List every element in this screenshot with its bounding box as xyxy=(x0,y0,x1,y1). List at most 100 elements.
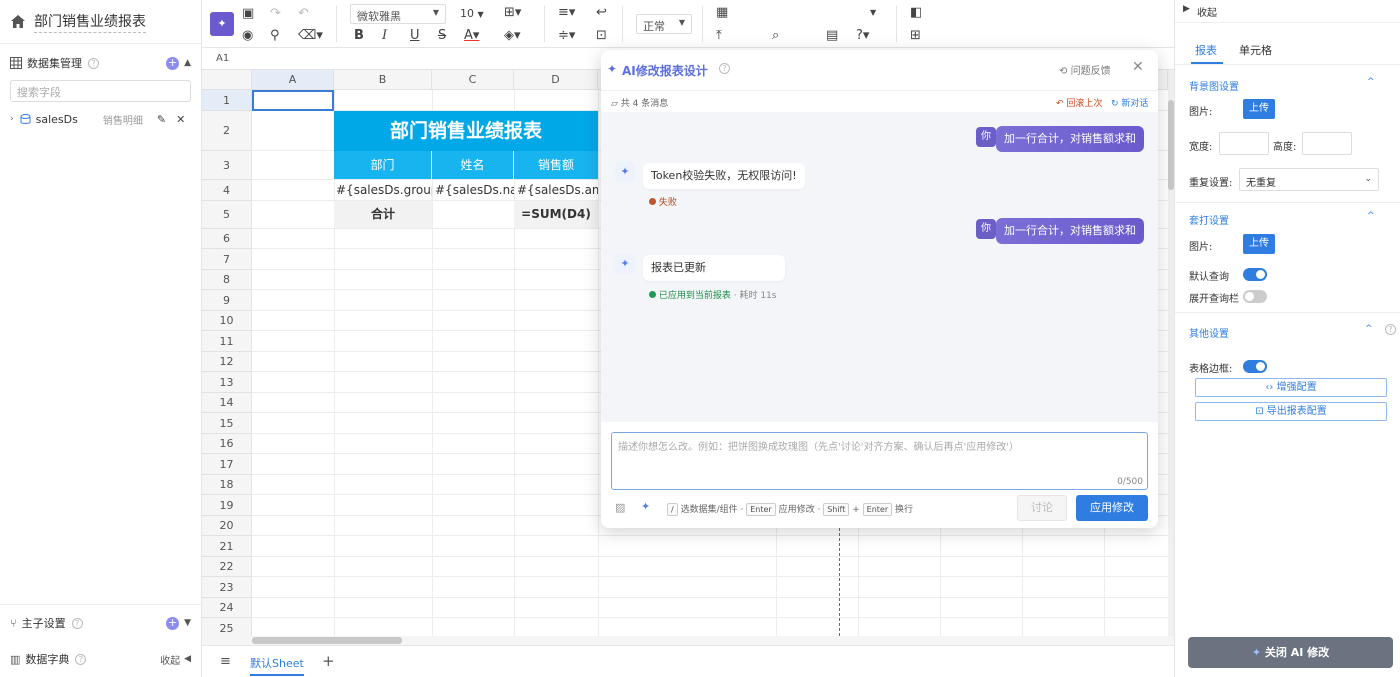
chevron-right-icon[interactable]: › xyxy=(10,114,14,124)
data-cell[interactable]: #{salesDs.group( xyxy=(336,180,432,200)
tab-cell[interactable]: 单元格 xyxy=(1239,42,1272,58)
column-header[interactable]: D xyxy=(514,70,598,90)
font-size-select[interactable]: 10 ▼ xyxy=(460,7,484,20)
chevron-down-icon[interactable]: ▼ xyxy=(184,618,191,628)
underline-icon[interactable]: U xyxy=(410,29,420,43)
redo-icon[interactable]: ↷ xyxy=(270,7,281,21)
header-cell[interactable]: 姓名 xyxy=(432,151,514,179)
align-left-icon[interactable]: ≡▾ xyxy=(558,6,575,20)
row-header[interactable]: 13 xyxy=(202,372,252,393)
data-cell[interactable]: #{salesDs.nam xyxy=(435,180,514,200)
row-header[interactable]: 1 xyxy=(202,90,252,111)
row-header[interactable]: 22 xyxy=(202,557,252,577)
row-header[interactable]: 18 xyxy=(202,475,252,495)
column-header[interactable]: C xyxy=(432,70,514,90)
border-icon[interactable]: ⊞▾ xyxy=(504,6,521,20)
repeat-select[interactable]: 无重复 ⌄ xyxy=(1239,168,1379,191)
width-input[interactable] xyxy=(1219,132,1269,155)
italic-icon[interactable]: I xyxy=(382,29,387,43)
chevron-up-icon[interactable]: ^ xyxy=(1365,324,1373,334)
report-title[interactable]: 部门销售业绩报表 xyxy=(34,11,146,33)
row-header[interactable]: 24 xyxy=(202,598,252,618)
preview-icon[interactable]: ◉ xyxy=(242,29,253,43)
strikethrough-icon[interactable]: S xyxy=(438,29,446,43)
grid-icon[interactable]: ⊞ xyxy=(910,29,921,43)
row-header[interactable]: 4 xyxy=(202,180,252,201)
default-query-toggle[interactable] xyxy=(1243,268,1267,281)
wrap-text-icon[interactable]: ↩ xyxy=(596,6,607,20)
format-painter-icon[interactable]: ⚲ xyxy=(270,29,280,43)
header-cell[interactable]: 部门 xyxy=(334,151,432,179)
help-circle-icon[interactable]: ?▾ xyxy=(856,29,869,43)
close-ai-button[interactable]: ✦ 关闭 AI 修改 xyxy=(1188,637,1393,668)
help-icon[interactable]: ? xyxy=(719,63,730,74)
row-header[interactable]: 16 xyxy=(202,434,252,454)
new-chat-button[interactable]: ↻ 新对话 xyxy=(1111,96,1148,109)
chevron-up-icon[interactable]: ▲ xyxy=(184,58,191,68)
chevron-left-icon[interactable]: ◀ xyxy=(184,654,191,664)
upload-button[interactable]: 上传 xyxy=(1243,99,1275,119)
vertical-align-icon[interactable]: ≑▾ xyxy=(558,29,575,43)
help-icon[interactable]: ? xyxy=(88,57,99,69)
total-formula-cell[interactable]: =SUM(D4) xyxy=(514,201,598,228)
corner-cell[interactable] xyxy=(202,70,252,90)
sheet-tab[interactable]: 默认Sheet xyxy=(250,655,304,676)
home-icon[interactable] xyxy=(10,14,26,30)
horizontal-scrollbar-thumb[interactable] xyxy=(252,637,402,644)
row-header[interactable]: 17 xyxy=(202,454,252,475)
export-config-button[interactable]: ⊡ 导出报表配置 xyxy=(1195,402,1387,421)
row-header[interactable]: 9 xyxy=(202,290,252,311)
column-header[interactable]: A xyxy=(252,70,334,90)
discuss-button[interactable]: 讨论 xyxy=(1017,495,1067,521)
merge-cells-icon[interactable]: ⊡ xyxy=(596,29,607,43)
data-cell[interactable]: #{salesDs.amo xyxy=(517,180,598,200)
close-dialog-icon[interactable]: ✕ xyxy=(1132,59,1144,75)
expand-query-toggle[interactable] xyxy=(1243,290,1267,303)
row-header[interactable]: 25 xyxy=(202,618,252,636)
image-icon[interactable]: ▨ xyxy=(615,501,625,514)
column-header[interactable]: B xyxy=(334,70,432,90)
row-header[interactable]: 11 xyxy=(202,331,252,352)
number-format-select[interactable]: 正常 ▼ xyxy=(636,14,692,34)
enhance-config-button[interactable]: ‹› 增强配置 xyxy=(1195,378,1387,397)
save-icon[interactable]: ▣ xyxy=(242,7,254,21)
add-master-icon[interactable]: + xyxy=(166,616,180,630)
row-header[interactable]: 6 xyxy=(202,229,252,249)
row-header[interactable]: 5 xyxy=(202,201,252,229)
caret-down-icon[interactable]: ▼ xyxy=(870,6,876,20)
row-header[interactable]: 3 xyxy=(202,151,252,180)
data-cell[interactable] xyxy=(432,201,514,228)
row-header[interactable]: 7 xyxy=(202,249,252,270)
row-header[interactable]: 14 xyxy=(202,393,252,413)
row-header[interactable]: 2 xyxy=(202,111,252,151)
header-cell[interactable]: 销售额 xyxy=(514,151,598,179)
fill-color-icon[interactable]: ◈▾ xyxy=(504,29,521,43)
search-icon[interactable]: ⌕ xyxy=(772,29,779,43)
help-icon[interactable]: ? xyxy=(71,617,83,629)
total-label-cell[interactable]: 合计 xyxy=(334,201,432,228)
row-header[interactable]: 23 xyxy=(202,577,252,598)
row-header[interactable]: 8 xyxy=(202,270,252,290)
field-search-input[interactable]: 搜索字段 xyxy=(10,80,191,102)
height-input[interactable] xyxy=(1302,132,1352,155)
table-border-toggle[interactable] xyxy=(1243,360,1267,373)
close-icon[interactable]: ✕ xyxy=(176,113,185,126)
font-color-icon[interactable]: A▾ xyxy=(464,29,479,43)
upload-button[interactable]: 上传 xyxy=(1243,234,1275,254)
bold-icon[interactable]: B xyxy=(354,29,364,43)
help-icon[interactable]: ? xyxy=(75,653,87,665)
row-header[interactable]: 19 xyxy=(202,495,252,516)
help-icon[interactable]: ? xyxy=(1385,324,1396,335)
chevron-up-icon[interactable]: ^ xyxy=(1367,77,1375,87)
font-select[interactable]: 微软雅黑 ▼ xyxy=(350,4,446,24)
caret-right-icon[interactable]: ▶ xyxy=(1183,4,1190,14)
dataset-item[interactable]: › salesDs 销售明细 ✎ ✕ xyxy=(0,108,201,130)
chart-icon[interactable]: ▤ xyxy=(826,29,838,43)
tab-report[interactable]: 报表 xyxy=(1195,42,1217,58)
table-insert-icon[interactable]: ▦ xyxy=(716,6,728,20)
row-header[interactable]: 12 xyxy=(202,352,252,372)
prompt-textarea[interactable]: 描述你想怎么改。例如：把饼图换成玫瑰图（先点'讨论'对齐方案、确认后再点'应用修… xyxy=(611,432,1148,490)
ai-button[interactable]: ✦ xyxy=(210,12,234,36)
collapse-link[interactable]: 收起 xyxy=(160,652,180,667)
chevron-up-icon[interactable]: ^ xyxy=(1367,211,1375,221)
